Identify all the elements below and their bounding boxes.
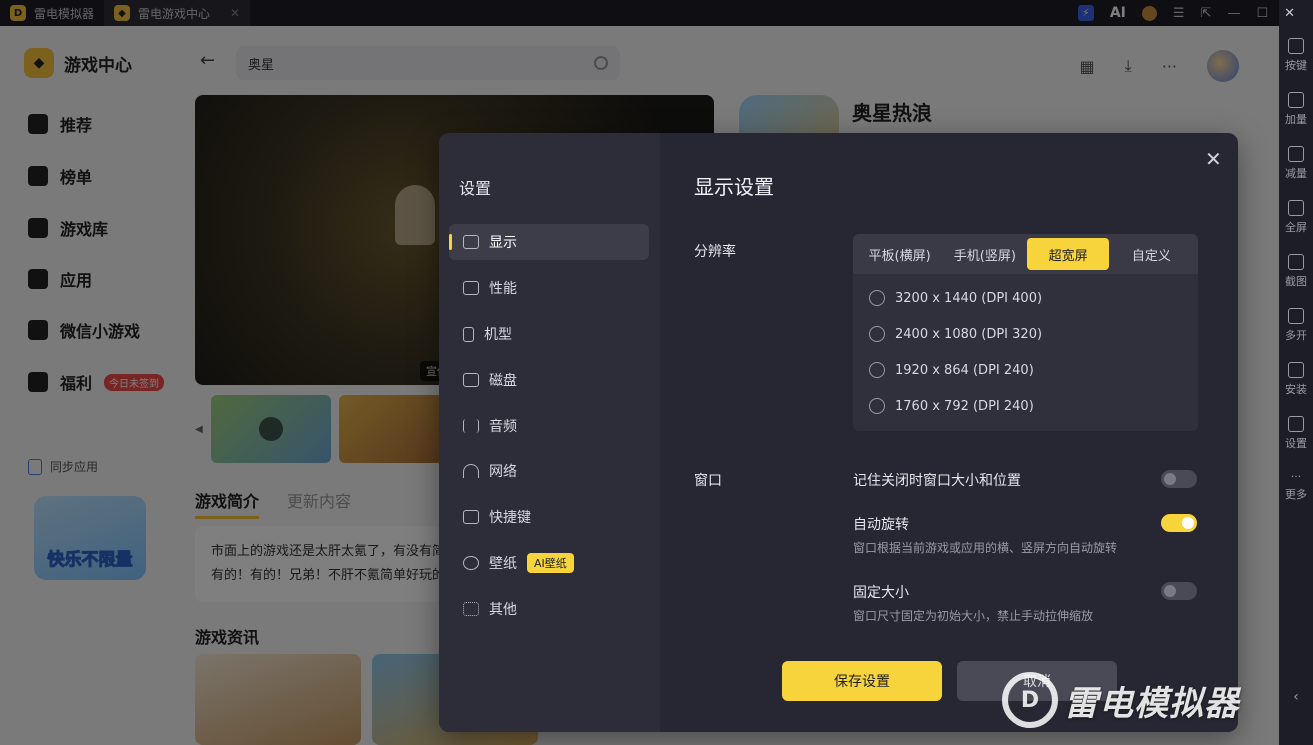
settings-item-label: 机型 (484, 327, 512, 343)
resolution-tab-tablet[interactable]: 平板(横屏) (857, 238, 942, 270)
apk-icon (1288, 362, 1304, 378)
resolution-option-label: 1920 x 864 (DPI 240) (895, 362, 1034, 378)
toolbar-label: 更多 (1285, 488, 1307, 501)
resolution-option-label: 1760 x 792 (DPI 240) (895, 398, 1034, 414)
radio-button[interactable] (869, 362, 885, 378)
settings-sidebar: 设置 显示 性能 机型 磁盘 音频 网络 快捷键 壁纸 AI壁纸 其他 (439, 133, 660, 732)
radio-button[interactable] (869, 326, 885, 342)
radio-button[interactable] (869, 290, 885, 306)
right-toolbar: 按键 加量 减量 全屏 截图 多开 安装 设置 ··· 更多 ‹ (1279, 26, 1313, 745)
settings-item-label: 音频 (489, 419, 517, 435)
fixed-size-toggle[interactable] (1161, 582, 1197, 600)
dialog-title: 显示设置 (694, 175, 774, 199)
settings-item-label: 磁盘 (489, 373, 517, 389)
ldplayer-logo-icon: D (1002, 672, 1058, 728)
remember-window-option: 记住关闭时窗口大小和位置 (853, 473, 1021, 489)
settings-item-label: 快捷键 (489, 510, 531, 526)
resolution-tab-ultrawide[interactable]: 超宽屏 (1027, 238, 1109, 270)
settings-item-model[interactable]: 机型 (449, 316, 649, 352)
disk-icon (463, 373, 479, 387)
settings-item-network[interactable]: 网络 (449, 453, 649, 489)
settings-item-label: 网络 (489, 464, 517, 480)
toolbar-label: 设置 (1285, 437, 1307, 450)
toolbar-label: 多开 (1285, 329, 1307, 342)
keyboard-icon (463, 510, 479, 524)
toolbar-keymap[interactable]: 按键 (1279, 38, 1313, 92)
toolbar-label: 加量 (1285, 113, 1307, 126)
volume-down-icon (1288, 146, 1304, 162)
settings-item-disk[interactable]: 磁盘 (449, 362, 649, 398)
phone-icon (463, 326, 474, 342)
ellipsis-icon: ··· (1290, 470, 1302, 483)
save-button[interactable]: 保存设置 (782, 661, 942, 701)
resolution-tab-phone[interactable]: 手机(竖屏) (942, 238, 1027, 270)
toolbar-install[interactable]: 安装 (1279, 362, 1313, 416)
auto-rotate-desc: 窗口根据当前游戏或应用的横、竖屏方向自动旋转 (853, 541, 1118, 555)
radio-button[interactable] (869, 398, 885, 414)
back-icon[interactable]: ‹ (1293, 689, 1299, 705)
monitor-icon (463, 235, 479, 249)
resolution-panel: 平板(横屏) 手机(竖屏) 超宽屏 自定义 3200 x 1440 (DPI 4… (853, 234, 1198, 431)
window-label: 窗口 (694, 473, 722, 489)
toolbar-volume-up[interactable]: 加量 (1279, 92, 1313, 146)
close-icon[interactable]: ✕ (1205, 149, 1222, 169)
wifi-icon (463, 464, 479, 478)
keyboard-icon (1288, 38, 1304, 54)
auto-rotate-toggle[interactable] (1161, 514, 1197, 532)
settings-item-label: 壁纸 (489, 556, 517, 572)
gear-icon (1288, 416, 1304, 432)
fixed-size-option: 固定大小 (853, 585, 909, 601)
toolbar-more[interactable]: ··· 更多 (1279, 470, 1313, 524)
resolution-option[interactable]: 1920 x 864 (DPI 240) (869, 362, 1034, 378)
toolbar-screenshot[interactable]: 截图 (1279, 254, 1313, 308)
volume-up-icon (1288, 92, 1304, 108)
toolbar-label: 截图 (1285, 275, 1307, 288)
toolbar-volume-down[interactable]: 减量 (1279, 146, 1313, 200)
toolbar-label: 全屏 (1285, 221, 1307, 234)
toolbar-label: 安装 (1285, 383, 1307, 396)
settings-item-audio[interactable]: 音频 (449, 408, 649, 444)
settings-item-performance[interactable]: 性能 (449, 270, 649, 306)
resolution-mode-tabs: 平板(横屏) 手机(竖屏) 超宽屏 自定义 (853, 234, 1198, 274)
settings-item-other[interactable]: 其他 (449, 591, 649, 627)
fullscreen-icon (1288, 200, 1304, 216)
ai-wallpaper-badge: AI壁纸 (527, 553, 574, 573)
watermark: D 雷电模拟器 (1002, 672, 1239, 728)
settings-item-display[interactable]: 显示 (449, 224, 649, 260)
resolution-option[interactable]: 3200 x 1440 (DPI 400) (869, 290, 1042, 306)
remember-window-toggle[interactable] (1161, 470, 1197, 488)
palette-icon (463, 556, 479, 570)
resolution-label: 分辨率 (694, 244, 736, 260)
multi-window-icon (1288, 308, 1304, 324)
audio-icon (463, 419, 479, 433)
toolbar-multi-instance[interactable]: 多开 (1279, 308, 1313, 362)
toolbar-label: 按键 (1285, 59, 1307, 72)
settings-item-wallpaper[interactable]: 壁纸 AI壁纸 (449, 545, 649, 581)
auto-rotate-option: 自动旋转 (853, 517, 909, 533)
settings-item-label: 其他 (489, 602, 517, 618)
settings-item-label: 性能 (489, 281, 517, 297)
watermark-text: 雷电模拟器 (1064, 683, 1239, 724)
resolution-option-label: 3200 x 1440 (DPI 400) (895, 290, 1043, 306)
resolution-tab-custom[interactable]: 自定义 (1109, 238, 1194, 270)
resolution-option[interactable]: 2400 x 1080 (DPI 320) (869, 326, 1042, 342)
settings-dialog: 设置 显示 性能 机型 磁盘 音频 网络 快捷键 壁纸 AI壁纸 其他 显示设置… (439, 133, 1238, 732)
resolution-option[interactable]: 1760 x 792 (DPI 240) (869, 398, 1034, 414)
close-window-icon[interactable]: ✕ (1284, 6, 1295, 21)
resolution-option-label: 2400 x 1080 (DPI 320) (895, 326, 1043, 342)
settings-sidebar-title: 设置 (459, 179, 492, 198)
scissors-icon (1288, 254, 1304, 270)
toolbar-label: 减量 (1285, 167, 1307, 180)
toolbar-settings[interactable]: 设置 (1279, 416, 1313, 470)
settings-item-label: 显示 (489, 235, 517, 251)
grid-icon (463, 602, 479, 616)
toolbar-fullscreen[interactable]: 全屏 (1279, 200, 1313, 254)
settings-item-shortcuts[interactable]: 快捷键 (449, 499, 649, 535)
fixed-size-desc: 窗口尺寸固定为初始大小，禁止手动拉伸缩放 (853, 609, 1094, 623)
performance-icon (463, 281, 479, 295)
